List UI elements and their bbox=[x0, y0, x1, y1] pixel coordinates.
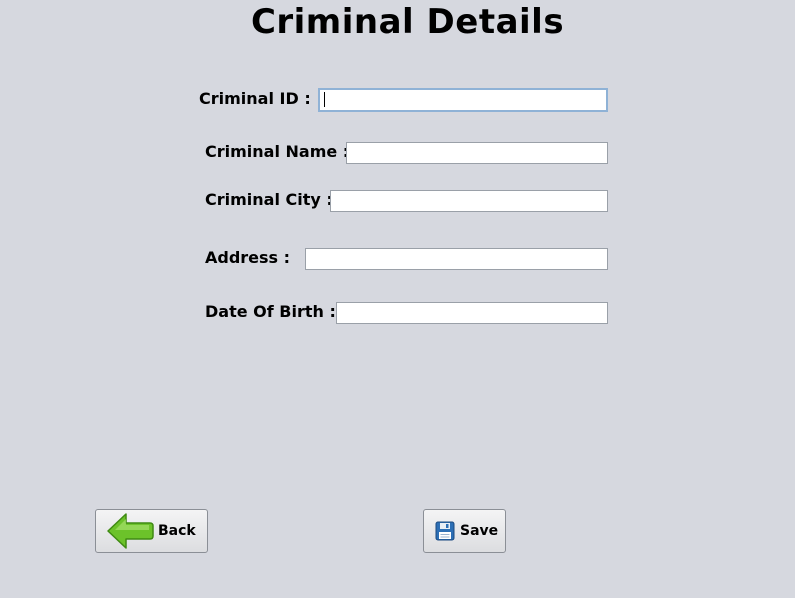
criminal-name-input[interactable] bbox=[346, 142, 608, 164]
back-arrow-icon bbox=[106, 511, 154, 551]
save-button[interactable]: Save bbox=[423, 509, 506, 553]
page-title: Criminal Details bbox=[250, 2, 565, 42]
criminal-id-label: Criminal ID : bbox=[199, 89, 311, 108]
criminal-city-input[interactable] bbox=[330, 190, 608, 212]
address-label: Address : bbox=[205, 248, 291, 267]
criminal-name-label: Criminal Name : bbox=[205, 142, 350, 161]
criminal-city-label: Criminal City : bbox=[205, 190, 333, 209]
date-of-birth-label: Date Of Birth : bbox=[205, 302, 336, 321]
address-input[interactable] bbox=[305, 248, 608, 270]
date-of-birth-input[interactable] bbox=[336, 302, 608, 324]
save-button-label: Save bbox=[460, 523, 499, 539]
criminal-id-input[interactable] bbox=[318, 88, 608, 112]
text-caret bbox=[324, 92, 325, 107]
back-button-label: Back bbox=[158, 523, 196, 539]
back-button[interactable]: Back bbox=[95, 509, 208, 553]
floppy-disk-icon bbox=[435, 521, 455, 541]
